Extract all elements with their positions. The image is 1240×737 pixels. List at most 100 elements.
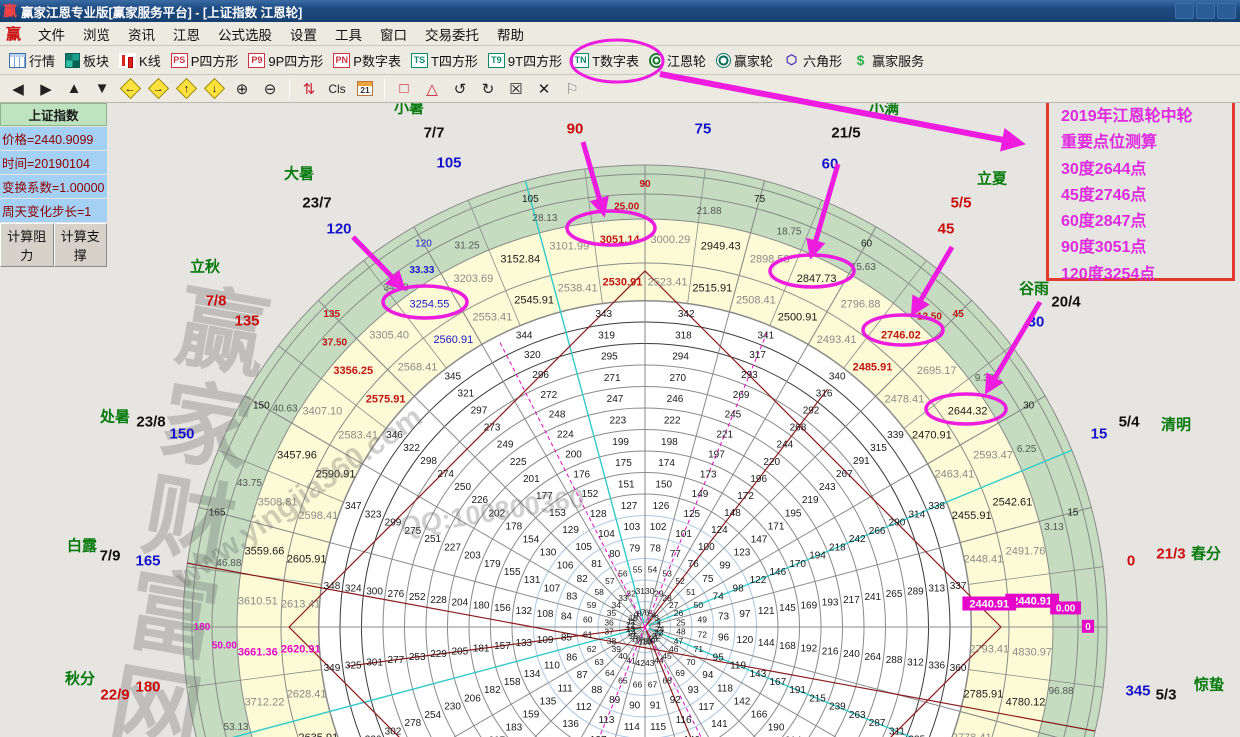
svg-text:345: 345 — [444, 371, 461, 382]
svg-text:158: 158 — [504, 677, 521, 688]
rotate-ccw-icon[interactable]: ↺ — [448, 78, 472, 100]
svg-text:2485.91: 2485.91 — [853, 362, 893, 374]
toolbar-button-9T四方形[interactable]: T99T四方形 — [483, 49, 567, 72]
svg-text:254: 254 — [424, 710, 441, 721]
wheel-label-立夏: 立夏 — [977, 168, 1007, 189]
toolbar-button-9P四方形[interactable]: P99P四方形 — [243, 49, 328, 72]
converge-tool-icon[interactable]: ✕ — [532, 78, 556, 100]
info-rows: 价格=2440.9099时间=20190104变换系数=1.00000周天变化步… — [0, 127, 107, 222]
svg-text:98: 98 — [733, 583, 745, 594]
flag-tool-icon[interactable]: ⚐ — [560, 78, 584, 100]
button-计算支撑[interactable]: 计算支撑 — [54, 223, 108, 267]
svg-text:251: 251 — [424, 534, 441, 545]
menu-帮助[interactable]: 帮助 — [488, 26, 533, 45]
svg-text:226: 226 — [471, 495, 488, 506]
svg-text:122: 122 — [750, 575, 767, 586]
svg-text:179: 179 — [484, 559, 501, 570]
toolbar-label: P数字表 — [353, 51, 401, 70]
rect-tool-icon[interactable]: □ — [392, 78, 416, 100]
gann-wheel-canvas[interactable]: 1234567891011121314151617181920212223242… — [0, 103, 1240, 737]
menu-江恩[interactable]: 江恩 — [164, 26, 209, 45]
toolbar-button-赢家轮[interactable]: 赢家轮 — [711, 49, 778, 72]
toolbar-button-T四方形[interactable]: TST四方形 — [406, 49, 483, 72]
menu-窗口[interactable]: 窗口 — [371, 26, 416, 45]
triangle-tool-icon[interactable]: △ — [420, 78, 444, 100]
zoom-out-icon[interactable]: ⊖ — [258, 78, 282, 100]
pan-right-icon[interactable]: → — [146, 78, 170, 100]
svg-text:206: 206 — [464, 693, 481, 704]
svg-text:216: 216 — [822, 646, 839, 657]
toolbar-button-行情[interactable]: 行情 — [4, 49, 60, 72]
wheel-label-白露: 白露 — [67, 535, 97, 556]
svg-text:121: 121 — [758, 606, 775, 617]
toolbar-button-P数字表[interactable]: PNP数字表 — [328, 49, 406, 72]
svg-text:300: 300 — [366, 586, 383, 597]
menu-设置[interactable]: 设置 — [281, 26, 326, 45]
toolbar-button-K线[interactable]: K线 — [114, 49, 166, 72]
zoom-in-icon[interactable]: ⊕ — [230, 78, 254, 100]
svg-text:68: 68 — [662, 675, 672, 685]
maximize-button[interactable] — [1196, 3, 1215, 19]
svg-text:107: 107 — [544, 583, 561, 594]
wheel-label-5/4: 5/4 — [1119, 414, 1140, 431]
svg-text:318: 318 — [675, 330, 692, 341]
rotate-cw-icon[interactable]: ↻ — [476, 78, 500, 100]
menu-交易委托[interactable]: 交易委托 — [416, 26, 488, 45]
main-toolbar: 行情板块K线PSP四方形P99P四方形PNP数字表TST四方形T99T四方形TN… — [0, 46, 1240, 75]
menu-浏览[interactable]: 浏览 — [74, 26, 119, 45]
svg-text:297: 297 — [471, 406, 488, 417]
svg-text:59: 59 — [587, 600, 597, 610]
cls-button[interactable]: Cls — [325, 78, 349, 100]
close-button[interactable] — [1217, 3, 1236, 19]
svg-text:151: 151 — [618, 479, 635, 490]
svg-text:100: 100 — [698, 542, 715, 553]
svg-text:183: 183 — [506, 723, 523, 734]
svg-text:135: 135 — [323, 309, 340, 320]
svg-text:2440.91: 2440.91 — [969, 598, 1009, 610]
nav-right-icon[interactable]: ▶ — [34, 78, 58, 100]
svg-text:3559.66: 3559.66 — [245, 545, 285, 557]
box-x-tool-icon[interactable]: ☒ — [504, 78, 528, 100]
calendar-icon[interactable]: 21 — [353, 78, 377, 100]
arrow-down-icon[interactable]: ▼ — [90, 78, 114, 100]
note-line: 2019年江恩轮中轮 — [1061, 104, 1232, 130]
svg-text:289: 289 — [907, 586, 924, 597]
toolbar-label: 江恩轮 — [667, 51, 706, 70]
price-scale-icon[interactable]: ⇅ — [297, 78, 321, 100]
svg-text:123: 123 — [734, 548, 751, 559]
menu-公式选股[interactable]: 公式选股 — [209, 26, 281, 45]
toolbar-button-六角形[interactable]: ⬡六角形 — [778, 49, 847, 72]
toolbar-button-T数字表[interactable]: TNT数字表 — [567, 49, 644, 72]
pan-down-icon[interactable]: ↓ — [202, 78, 226, 100]
svg-text:167: 167 — [769, 677, 786, 688]
svg-text:190: 190 — [768, 723, 785, 734]
toolbar-button-江恩轮[interactable]: 江恩轮 — [644, 49, 711, 72]
nav-left-icon[interactable]: ◀ — [6, 78, 30, 100]
menu-资讯[interactable]: 资讯 — [119, 26, 164, 45]
svg-text:252: 252 — [409, 592, 426, 603]
svg-text:199: 199 — [612, 437, 629, 448]
svg-text:3051.14: 3051.14 — [600, 234, 641, 246]
toolbar-button-板块[interactable]: 板块 — [60, 49, 114, 72]
button-计算阻力[interactable]: 计算阻力 — [0, 223, 54, 267]
toolbar-button-赢家服务[interactable]: $赢家服务 — [847, 49, 929, 72]
svg-text:126: 126 — [653, 501, 670, 512]
pan-left-icon[interactable]: ← — [118, 78, 142, 100]
menu-文件[interactable]: 文件 — [29, 26, 74, 45]
minimize-button[interactable] — [1175, 3, 1194, 19]
toolbar-separator — [384, 79, 385, 99]
annotation-note-box: 2019年江恩轮中轮重要点位测算30度2644点45度2746点60度2847点… — [1046, 103, 1235, 281]
svg-text:3254.55: 3254.55 — [410, 298, 450, 310]
svg-text:2898.58: 2898.58 — [750, 254, 790, 266]
arrow-up-icon[interactable]: ▲ — [62, 78, 86, 100]
pan-up-icon[interactable]: ↑ — [174, 78, 198, 100]
svg-text:3508.81: 3508.81 — [258, 496, 298, 508]
toolbar-button-P四方形[interactable]: PSP四方形 — [166, 49, 244, 72]
svg-text:96.88: 96.88 — [1049, 686, 1074, 697]
svg-text:116: 116 — [676, 715, 692, 726]
menu-工具[interactable]: 工具 — [326, 26, 371, 45]
svg-text:215: 215 — [809, 693, 826, 704]
svg-text:12.50: 12.50 — [917, 312, 942, 323]
svg-text:58: 58 — [594, 587, 604, 597]
menu-bar: 赢 文件浏览资讯江恩公式选股设置工具窗口交易委托帮助 — [0, 22, 1240, 46]
